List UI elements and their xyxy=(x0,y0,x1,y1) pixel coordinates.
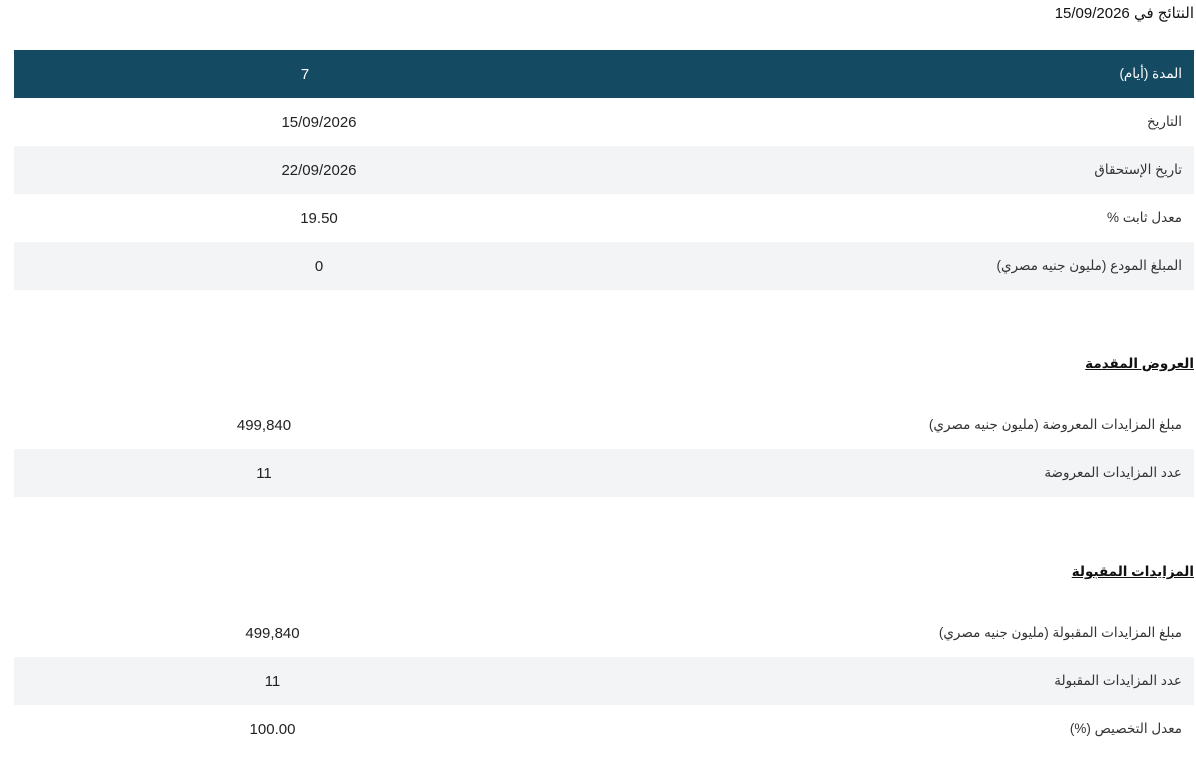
results-date: 15/09/2026 xyxy=(1054,5,1130,22)
duration-value: 7 xyxy=(14,50,594,98)
fixed-rate-label: معدل ثابت % xyxy=(1106,210,1182,225)
summary-header-row: 7 المدة (أيام) xyxy=(14,50,1194,98)
duration-label: المدة (أيام) xyxy=(594,50,1194,98)
table-row: 11 عدد المزايدات المعروضة xyxy=(14,449,1194,497)
date-value: 15/09/2026 xyxy=(281,113,357,131)
results-prefix: النتائج في xyxy=(1133,5,1194,22)
table-row: 499,840 مبلغ المزايدات المقبولة (مليون ج… xyxy=(14,609,1194,657)
offered-count-label: عدد المزايدات المعروضة xyxy=(514,449,1194,497)
offers-section-title: العروض المقدمة xyxy=(1085,356,1194,371)
fixed-rate-value: 19.50 xyxy=(300,209,338,227)
accepted-amount-label: مبلغ المزايدات المقبولة (مليون جنيه مصري… xyxy=(938,625,1182,640)
maturity-date-label: تاريخ الإستحقاق xyxy=(594,146,1194,194)
results-heading: النتائج في 15/09/2026 xyxy=(1055,4,1194,22)
offered-amount-value: 499,840 xyxy=(236,416,292,434)
deposited-amount-value: 0 xyxy=(14,242,594,290)
table-row: 11 عدد المزايدات المقبولة xyxy=(14,657,1194,705)
table-row: 0 المبلغ المودع (مليون جنيه مصري) xyxy=(14,242,1194,290)
allocation-rate-label: معدل التخصيص (%) xyxy=(1069,721,1182,736)
offered-count-value: 11 xyxy=(14,449,514,497)
offered-amount-label: مبلغ المزايدات المعروضة (مليون جنيه مصري… xyxy=(928,417,1182,432)
accepted-count-label: عدد المزايدات المقبولة xyxy=(531,657,1194,705)
summary-table: 7 المدة (أيام) 15/09/2026 التاريخ 22/09/… xyxy=(14,50,1194,290)
accepted-section-title: المزايدات المقبولة xyxy=(1071,564,1194,579)
maturity-date-value: 22/09/2026 xyxy=(14,146,594,194)
accepted-amount-value: 499,840 xyxy=(245,624,300,642)
accepted-table: 499,840 مبلغ المزايدات المقبولة (مليون ج… xyxy=(14,609,1194,753)
allocation-rate-value: 100.00 xyxy=(249,720,296,738)
offers-table: 499,840 مبلغ المزايدات المعروضة (مليون ج… xyxy=(14,401,1194,497)
date-label: التاريخ xyxy=(1146,114,1182,129)
table-row: 15/09/2026 التاريخ xyxy=(14,98,1194,146)
table-row: 19.50 معدل ثابت % xyxy=(14,194,1194,242)
deposited-amount-label: المبلغ المودع (مليون جنيه مصري) xyxy=(594,242,1194,290)
accepted-count-value: 11 xyxy=(14,657,531,705)
table-row: 100.00 معدل التخصيص (%) xyxy=(14,705,1194,753)
table-row: 499,840 مبلغ المزايدات المعروضة (مليون ج… xyxy=(14,401,1194,449)
auction-results-page: النتائج في 15/09/2026 7 المدة (أيام) 15/… xyxy=(0,0,1196,765)
table-row: 22/09/2026 تاريخ الإستحقاق xyxy=(14,146,1194,194)
